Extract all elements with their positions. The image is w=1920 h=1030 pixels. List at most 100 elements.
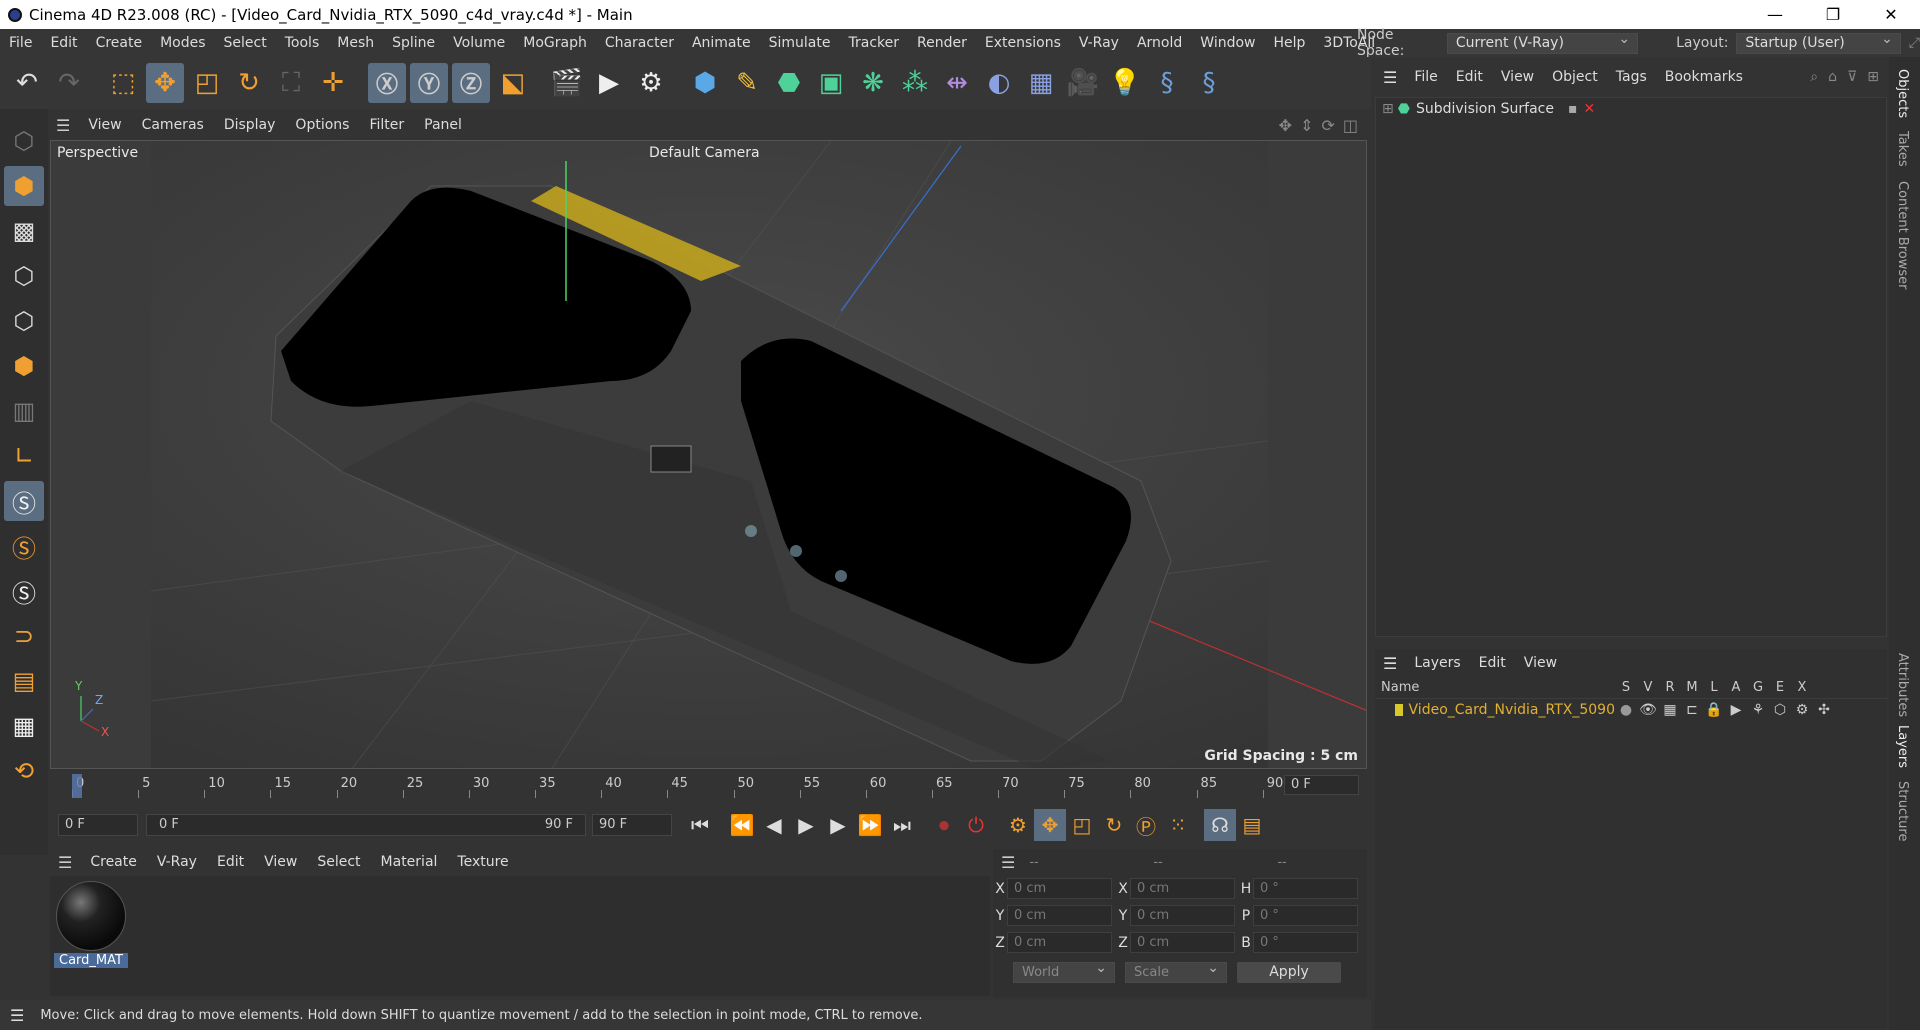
viewport-menu-display[interactable]: Display xyxy=(214,117,286,133)
floor-icon[interactable]: ▦ xyxy=(1022,63,1060,103)
size-y-field[interactable]: 0 cm xyxy=(1130,905,1235,926)
python-generator-icon[interactable]: § xyxy=(1190,63,1228,103)
axis-mode-icon[interactable]: ∟ xyxy=(4,436,44,476)
layer-xref-icon[interactable]: ✣ xyxy=(1813,702,1835,718)
tab-attributes[interactable]: Attributes xyxy=(1895,653,1910,717)
objects-menu-tags[interactable]: Tags xyxy=(1607,69,1656,85)
material-menu-edit[interactable]: Edit xyxy=(207,854,254,870)
tab-structure[interactable]: Structure xyxy=(1895,781,1910,841)
model-mode-icon[interactable]: ⬢ xyxy=(4,166,44,206)
layer-generator-icon[interactable]: ⚘ xyxy=(1747,702,1769,718)
cube-icon[interactable]: ⬢ xyxy=(686,63,724,103)
start-frame-field[interactable]: 0 F xyxy=(58,814,138,836)
solo-hierarchy-icon[interactable]: Ⓢ xyxy=(4,526,44,566)
menu-modes[interactable]: Modes xyxy=(151,35,214,51)
viewport-menu-options[interactable]: Options xyxy=(285,117,359,133)
layers-menu-layers[interactable]: Layers xyxy=(1405,655,1469,671)
keyframe-selection-icon[interactable]: ⚙ xyxy=(1002,809,1034,841)
autokey-icon[interactable]: ⏻ xyxy=(960,809,992,841)
menu-render[interactable]: Render xyxy=(908,35,976,51)
material-menu-vray[interactable]: V-Ray xyxy=(147,854,207,870)
edit-tag-icon[interactable]: ▪ xyxy=(1568,101,1578,117)
menu-vray[interactable]: V-Ray xyxy=(1070,35,1128,51)
go-to-start-icon[interactable]: ⏮ xyxy=(684,809,716,841)
record-icon[interactable]: ⏺ xyxy=(928,809,960,841)
layer-deformer-icon[interactable]: ⬡ xyxy=(1769,702,1791,718)
workplane-icon[interactable]: ▤ xyxy=(4,661,44,701)
objects-menu-bookmarks[interactable]: Bookmarks xyxy=(1656,69,1752,85)
minimize-button[interactable]: — xyxy=(1746,0,1804,29)
next-frame-icon[interactable]: ▶ xyxy=(822,809,854,841)
menu-edit[interactable]: Edit xyxy=(41,35,86,51)
objects-menu-object[interactable]: Object xyxy=(1543,69,1607,85)
menu-tracker[interactable]: Tracker xyxy=(839,35,908,51)
coordinate-system-icon[interactable]: ⬕ xyxy=(494,63,532,103)
new-window-icon[interactable]: ⊞ xyxy=(1867,69,1879,85)
filter-icon[interactable]: ⊽ xyxy=(1847,69,1857,85)
coord-space-dropdown[interactable]: World xyxy=(1013,960,1115,983)
menu-mograph[interactable]: MoGraph xyxy=(514,35,596,51)
tab-objects[interactable]: Objects xyxy=(1895,69,1910,118)
layer-render-icon[interactable]: ▦ xyxy=(1659,702,1681,718)
tab-content-browser[interactable]: Content Browser xyxy=(1895,181,1910,290)
menu-spline[interactable]: Spline xyxy=(383,35,444,51)
objects-menu-view[interactable]: View xyxy=(1492,69,1543,85)
timeline-ruler[interactable]: 051015202530354045505560657075808590 0 F xyxy=(50,770,1367,801)
live-selection-icon[interactable]: ⬚ xyxy=(104,63,142,103)
menu-tools[interactable]: Tools xyxy=(276,35,329,51)
layer-manager-icon[interactable]: ⊏ xyxy=(1681,702,1703,718)
pan-view-icon[interactable]: ✥ xyxy=(1279,116,1292,135)
layer-color-swatch[interactable] xyxy=(1395,704,1403,716)
position-y-field[interactable]: 0 cm xyxy=(1007,905,1112,926)
perspective-viewport[interactable]: Y Z X Perspective Default Camera Grid Sp… xyxy=(50,140,1367,769)
menu-arnold[interactable]: Arnold xyxy=(1128,35,1191,51)
scale-tool-icon[interactable]: ◰ xyxy=(188,63,226,103)
solo-icon[interactable]: Ⓢ xyxy=(4,481,44,521)
layers-menu-icon[interactable]: ☰ xyxy=(1375,654,1405,673)
material-menu-texture[interactable]: Texture xyxy=(447,854,518,870)
python-icon[interactable]: § xyxy=(1148,63,1186,103)
play-icon[interactable]: ▶ xyxy=(790,809,822,841)
planar-workplane-icon[interactable]: ⟲ xyxy=(4,751,44,791)
tab-takes[interactable]: Takes xyxy=(1895,131,1910,167)
coordinate-tool-icon[interactable]: ✛ xyxy=(314,63,352,103)
texture-mode-icon[interactable]: ▩ xyxy=(4,211,44,251)
objects-menu-icon[interactable]: ☰ xyxy=(1371,68,1405,87)
key-pla-icon[interactable]: ⁙ xyxy=(1162,809,1194,841)
material-menu-view[interactable]: View xyxy=(254,854,307,870)
close-button[interactable]: ✕ xyxy=(1862,0,1920,29)
viewport-menu-cameras[interactable]: Cameras xyxy=(132,117,214,133)
go-to-end-icon[interactable]: ⏭ xyxy=(886,809,918,841)
menu-help[interactable]: Help xyxy=(1264,35,1314,51)
light-icon[interactable]: 💡 xyxy=(1106,63,1144,103)
extrude-icon[interactable]: ▣ xyxy=(812,63,850,103)
subdivision-icon[interactable]: ⬣ xyxy=(770,63,808,103)
dolly-view-icon[interactable]: ⇕ xyxy=(1300,116,1313,135)
points-mode-icon[interactable]: ⬡ xyxy=(4,256,44,296)
render-view-icon[interactable]: 🎬 xyxy=(548,63,586,103)
playhead[interactable] xyxy=(72,774,82,798)
key-scale-icon[interactable]: ◰ xyxy=(1066,809,1098,841)
status-menu-icon[interactable]: ☰ xyxy=(0,1006,34,1025)
position-z-field[interactable]: 0 cm xyxy=(1007,932,1112,953)
x-axis-icon[interactable]: Ⓧ xyxy=(368,63,406,103)
menu-file[interactable]: File xyxy=(0,35,41,51)
rotate-tool-icon[interactable]: ↻ xyxy=(230,63,268,103)
redo-icon[interactable]: ↷ xyxy=(50,63,88,103)
layer-lock-icon[interactable]: 🔒 xyxy=(1703,702,1725,718)
menu-create[interactable]: Create xyxy=(87,35,152,51)
make-editable-icon[interactable]: ⬡ xyxy=(4,121,44,161)
material-menu-create[interactable]: Create xyxy=(80,854,147,870)
pen-spline-icon[interactable]: ✎ xyxy=(728,63,766,103)
search-icon[interactable]: ⌕ xyxy=(1810,69,1818,85)
layer-animation-icon[interactable]: ▶ xyxy=(1725,702,1747,718)
menu-select[interactable]: Select xyxy=(215,35,276,51)
range-slider[interactable]: 0 F 90 F xyxy=(146,814,586,836)
y-axis-icon[interactable]: Ⓨ xyxy=(410,63,448,103)
field-icon[interactable]: ⁂ xyxy=(896,63,934,103)
key-position-icon[interactable]: ✥ xyxy=(1034,809,1066,841)
uv-mode-icon[interactable]: ▥ xyxy=(4,391,44,431)
coordinates-menu-icon[interactable]: ☰ xyxy=(993,853,1023,872)
rotation-b-field[interactable]: 0 ° xyxy=(1253,932,1358,953)
menu-extensions[interactable]: Extensions xyxy=(976,35,1070,51)
